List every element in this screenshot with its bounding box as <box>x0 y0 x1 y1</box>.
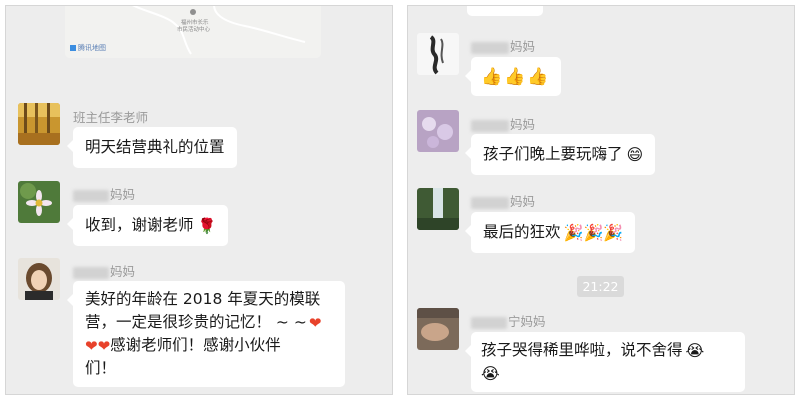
sender-name: 妈妈 <box>73 261 135 280</box>
redacted-name <box>471 41 509 54</box>
previous-message-bubble[interactable] <box>467 6 543 16</box>
message-text-line: 😭 <box>481 362 735 385</box>
hand-photo-avatar-image <box>417 308 459 350</box>
avatar[interactable] <box>417 110 459 152</box>
message-text: 明天结营典礼的位置 <box>85 138 225 156</box>
map-credit: 腾讯地图 <box>70 43 106 53</box>
message-bubble[interactable]: 最后的狂欢 🎉🎉🎉 <box>464 212 636 253</box>
grinning-face-icon: 😄 <box>626 145 644 164</box>
chat-panel-right[interactable]: 妈妈 👍👍👍 妈妈 孩子们晚上要玩嗨了😄 妈妈 最后的狂欢🎉🎉🎉 21:22 <box>408 6 794 394</box>
avatar[interactable] <box>18 103 60 145</box>
message-bubble[interactable]: 孩子们晚上要玩嗨了 😄 <box>464 134 656 175</box>
crying-face-icon: 😭 <box>685 341 705 360</box>
sketch-avatar-image <box>417 33 459 75</box>
sender-name: 班主任李老师 <box>73 110 149 125</box>
message-bubble[interactable]: 👍👍👍 <box>465 57 561 96</box>
message-bubble[interactable]: 明天结营典礼的位置 <box>67 127 237 168</box>
avatar[interactable] <box>18 181 60 223</box>
message-text-line: 美好的年龄在 2018 年夏天的模联 <box>85 290 321 308</box>
autumn-forest-avatar-image <box>18 103 60 145</box>
message-text: 最后的狂欢 <box>483 223 561 241</box>
woman-portrait-avatar-image <box>18 258 60 300</box>
message-bubble[interactable]: 收到，谢谢老师 🌹 <box>66 205 229 246</box>
redacted-name <box>471 196 509 209</box>
sender-name: 宁妈妈 <box>471 311 546 330</box>
heart-icon: ❤ <box>308 314 322 332</box>
map-location-line2: 市民活动中心 <box>177 27 211 33</box>
timestamp-badge: 21:22 <box>577 276 624 297</box>
message-text-line: 营，一定是很珍贵的记忆！ ~ ~ ❤ <box>85 313 322 332</box>
redacted-name <box>471 316 507 329</box>
map-pin-icon <box>190 9 196 15</box>
message-text-line: 们！ <box>85 359 117 377</box>
sender-name: 妈妈 <box>73 184 135 203</box>
message-text: 孩子们晚上要玩嗨了 <box>483 145 623 163</box>
thumbs-up-icon: 👍👍👍 <box>481 67 551 87</box>
purple-flowers-avatar-image <box>417 110 459 152</box>
avatar[interactable] <box>417 188 459 230</box>
sender-name: 妈妈 <box>471 114 535 133</box>
message-text: 收到，谢谢老师 <box>85 216 194 234</box>
rose-icon: 🌹 <box>197 217 217 235</box>
chat-panel-left[interactable]: 福州市长乐 市民活动中心 腾讯地图 班主任李老师 明天结营典礼的位置 妈妈 收到… <box>6 6 392 394</box>
tencent-map-logo-icon <box>70 45 76 51</box>
avatar[interactable] <box>417 33 459 75</box>
message-text-line: 孩子哭得稀里哗啦，说不舍得 😭 <box>481 341 705 360</box>
avatar[interactable] <box>417 308 459 350</box>
message-bubble[interactable]: 美好的年龄在 2018 年夏天的模联 营，一定是很珍贵的记忆！ ~ ~ ❤ ❤❤感… <box>67 281 345 387</box>
heart-icon: ❤❤ <box>85 337 111 355</box>
avatar[interactable] <box>18 258 60 300</box>
crying-face-icon: 😭 <box>481 364 500 383</box>
waterfall-avatar-image <box>417 188 459 230</box>
redacted-name <box>73 189 109 202</box>
message-bubble[interactable]: 孩子哭得稀里哗啦，说不舍得 😭 😭 <box>465 332 745 392</box>
message-text-line: ❤❤感谢老师们！感谢小伙伴 <box>85 336 281 355</box>
sender-name: 妈妈 <box>471 36 535 55</box>
redacted-name <box>471 119 509 132</box>
location-map-card[interactable]: 福州市长乐 市民活动中心 腾讯地图 <box>65 6 321 58</box>
redacted-name <box>73 266 109 279</box>
flower-avatar-image <box>18 181 60 223</box>
sender-name: 妈妈 <box>471 191 535 210</box>
party-popper-icon: 🎉🎉🎉 <box>563 223 624 242</box>
